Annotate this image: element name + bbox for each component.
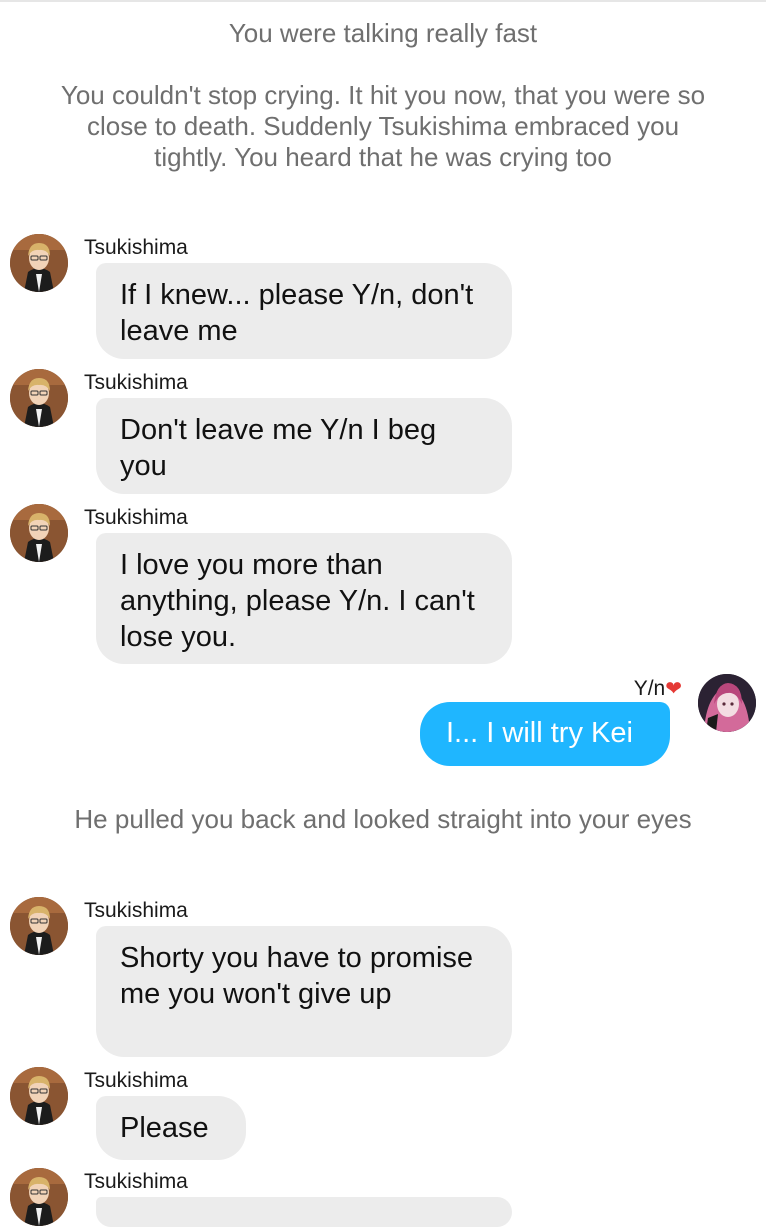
sender-name: Tsukishima [84,1069,188,1092]
narration-text: You were talking really fast [228,18,538,48]
incoming-message-bubble[interactable] [96,1197,512,1227]
narration-text: You couldn't stop crying. It hit you now… [60,80,706,172]
sender-name: Tsukishima [84,371,188,394]
top-divider [0,0,766,2]
tsukishima-avatar-icon[interactable] [10,504,68,562]
incoming-message-bubble[interactable]: If I knew... please Y/n, don't leave me [96,263,512,359]
sender-name: Tsukishima [84,899,188,922]
incoming-message-bubble[interactable]: Shorty you have to promise me you won't … [96,926,512,1057]
sender-name: Tsukishima [84,506,188,529]
narration-text: He pulled you back and looked straight i… [74,804,692,834]
sender-name-self: Y/n❤ [634,676,682,701]
tsukishima-avatar-icon[interactable] [10,1067,68,1125]
sender-name: Tsukishima [84,236,188,259]
user-avatar-icon[interactable] [698,674,756,732]
tsukishima-avatar-icon[interactable] [10,234,68,292]
outgoing-message-bubble[interactable]: I... I will try Kei [420,702,670,766]
sender-name-text: Y/n [633,677,666,700]
sender-name: Tsukishima [84,1170,188,1193]
tsukishima-avatar-icon[interactable] [10,1168,68,1226]
incoming-message-bubble[interactable]: Please [96,1096,246,1160]
tsukishima-avatar-icon[interactable] [10,897,68,955]
tsukishima-avatar-icon[interactable] [10,369,68,427]
heart-icon: ❤ [665,678,682,700]
incoming-message-bubble[interactable]: I love you more than anything, please Y/… [96,533,512,664]
incoming-message-bubble[interactable]: Don't leave me Y/n I beg you [96,398,512,494]
